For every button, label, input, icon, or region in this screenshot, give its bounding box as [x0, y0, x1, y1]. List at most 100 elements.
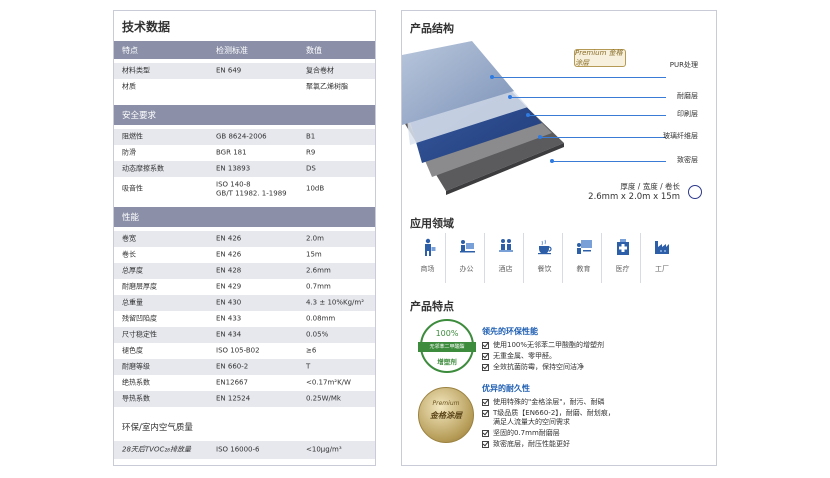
table-row: 28天后TVOC₂₈排放量 ISO 16000-6 <10μg/m³ — [114, 441, 375, 459]
check-icon — [482, 364, 489, 371]
cell-feature: 吸音性 — [122, 184, 143, 193]
leader-dot — [526, 113, 530, 117]
table-header: 特点 检测标准 数值 — [114, 41, 375, 59]
application-item: 酒店 — [488, 233, 524, 283]
cell-standard: ISO 16000-6 — [216, 445, 260, 454]
check-icon — [482, 399, 489, 406]
premium-seal-top: Premium — [432, 400, 460, 407]
eco-feature-title: 领先的环保性能 — [482, 327, 538, 336]
leader-dot — [508, 95, 512, 99]
medical-icon — [613, 237, 633, 257]
layer-label-print: 印刷层 — [677, 110, 698, 118]
cell-value: 4.3 ± 10%Kg/m² — [306, 298, 365, 307]
cell-feature: 卷宽 — [122, 234, 136, 243]
office-icon — [457, 237, 477, 257]
cell-feature: 动态摩擦系数 — [122, 164, 164, 173]
dimensions-value: 2.6mm x 2.0m x 15m — [588, 192, 680, 202]
eco-seal-percent: 100% — [435, 329, 459, 338]
application-label: 工厂 — [655, 265, 669, 273]
cell-value: 15m — [306, 250, 322, 259]
application-label: 商场 — [420, 265, 435, 273]
cell-value: 0.25W/Mk — [306, 394, 341, 403]
check-icon — [482, 342, 489, 349]
application-list: 商场 办公 酒店 餐饮 教育 医疗 工厂 — [410, 233, 680, 283]
cell-standard: BGR 181 — [216, 148, 247, 157]
cell-value: <10μg/m³ — [306, 445, 342, 454]
section-performance: 性能 — [114, 207, 375, 227]
cell-standard: EN 12524 — [216, 394, 251, 403]
application-label: 酒店 — [498, 265, 513, 273]
eco-feature-item: 全效抗菌防霉，保持空间洁净 — [482, 363, 584, 372]
cell-value: 10dB — [306, 184, 325, 193]
table-row: 耐磨等级 EN 660-2 T — [114, 359, 375, 375]
cell-standard: EN 649 — [216, 66, 242, 75]
table-row: 卷宽 EN 426 2.0m — [114, 231, 375, 247]
technical-data-title: 技术数据 — [122, 19, 171, 34]
cell-standard: EN 428 — [216, 266, 242, 275]
cell-value: 0.05% — [306, 330, 329, 339]
cell-value: T — [306, 362, 311, 371]
header-feature: 特点 — [122, 45, 138, 55]
structure-title: 产品结构 — [410, 22, 454, 35]
cell-standard: EN 13893 — [216, 164, 251, 173]
cell-feature: 绝热系数 — [122, 378, 150, 387]
dining-icon — [535, 237, 555, 257]
cell-standard: EN12667 — [216, 378, 248, 387]
cell-value: 0.7mm — [306, 282, 331, 291]
premium-seal-text: 金格涂层 — [430, 411, 462, 420]
cell-value: 2.6mm — [306, 266, 331, 275]
header-value: 数值 — [306, 45, 322, 55]
applications-title: 应用领域 — [410, 217, 454, 230]
durability-feature-title: 优异的耐久性 — [482, 384, 530, 393]
cell-feature: 总重量 — [122, 298, 143, 307]
table-row: 总厚度 EN 428 2.6mm — [114, 263, 375, 279]
application-label: 教育 — [576, 265, 591, 273]
leader-line — [540, 137, 666, 138]
check-icon — [482, 441, 489, 448]
leader-line — [528, 115, 666, 116]
section-safety: 安全要求 — [114, 105, 375, 125]
cell-feature: 材料类型 — [122, 66, 150, 75]
table-row: 材质 聚氯乙烯树脂 — [114, 79, 375, 95]
cell-feature: 总厚度 — [122, 266, 143, 275]
dimensions-label: 厚度 / 宽度 / 卷长 — [620, 182, 680, 191]
cell-feature: 28天后TVOC₂₈排放量 — [122, 445, 191, 454]
table-row: 导热系数 EN 12524 0.25W/Mk — [114, 391, 375, 407]
cell-standard: ISO 105-B02 — [216, 346, 260, 355]
application-label: 餐饮 — [537, 265, 552, 273]
cell-standard: EN 426 — [216, 234, 242, 243]
eco-seal: 100% 无邻苯二甲酸酯 增塑剂 — [418, 319, 476, 373]
factory-icon — [652, 237, 672, 257]
hotel-icon — [496, 237, 516, 257]
leader-line — [492, 77, 666, 78]
leader-line — [510, 97, 666, 98]
application-item: 商场 — [410, 233, 446, 283]
cell-feature: 材质 — [122, 82, 136, 91]
layer-label-glass-fiber: 玻璃纤维层 — [663, 132, 698, 140]
certification-icon — [688, 185, 702, 199]
cell-feature: 防滑 — [122, 148, 136, 157]
durability-feature-item: 坚固的0.7mm耐磨层 — [482, 429, 560, 438]
application-item: 办公 — [449, 233, 485, 283]
leader-dot — [550, 159, 554, 163]
cell-value: 2.0m — [306, 234, 324, 243]
eco-feature-item: 使用100%无邻苯二甲酸酯的增塑剂 — [482, 341, 604, 350]
shopping-icon — [418, 237, 438, 257]
cell-value: B1 — [306, 132, 316, 141]
table-row: 阻燃性 GB 8624-2006 B1 — [114, 129, 375, 145]
durability-feature-item: 使用特殊的"金格涂层"，耐污、耐磷 — [482, 398, 604, 407]
cell-value: 0.08mm — [306, 314, 336, 323]
cell-standard: EN 434 — [216, 330, 242, 339]
cell-feature: 褪色度 — [122, 346, 143, 355]
eco-seal-bottom: 增塑剂 — [437, 358, 457, 366]
cell-standard: ISO 140-8 GB/T 11982. 1-1989 — [216, 180, 287, 197]
table-row: 吸音性 ISO 140-8 GB/T 11982. 1-1989 10dB — [114, 177, 375, 201]
education-icon — [574, 237, 594, 257]
table-row: 总重量 EN 430 4.3 ± 10%Kg/m² — [114, 295, 375, 311]
cell-standard: EN 433 — [216, 314, 242, 323]
table-row: 动态摩擦系数 EN 13893 DS — [114, 161, 375, 177]
application-item: 工厂 — [644, 233, 680, 283]
application-item: 餐饮 — [527, 233, 563, 283]
cell-value: ≥6 — [306, 346, 317, 355]
layer-label-dense: 致密层 — [677, 156, 698, 164]
